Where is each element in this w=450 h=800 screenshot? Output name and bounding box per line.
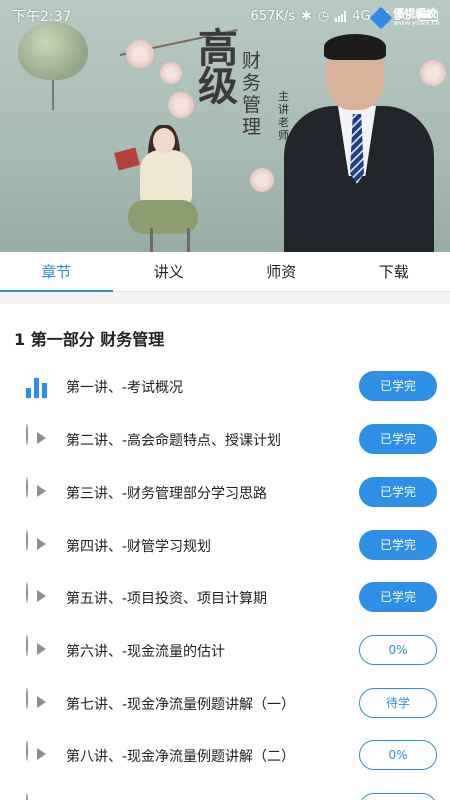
lesson-title: 第七讲、-现金净流量例题讲解（一） (66, 697, 296, 713)
play-icon[interactable] (26, 477, 56, 508)
lesson-title: 第二讲、-高会命题特点、授课计划 (66, 433, 282, 449)
lesson-pending-button[interactable]: 待学 (359, 688, 437, 718)
lesson-item[interactable]: 第八讲、-现金净流量例题讲解（二） 0% (0, 731, 450, 783)
section-title: 1 第一部分 财务管理 (14, 330, 165, 349)
course-title-sub: 财务管理 (242, 50, 262, 138)
lesson-item-partial[interactable] (0, 784, 450, 800)
lesson-title: 第四讲、-财管学习规划 (66, 539, 212, 555)
lesson-title: 第六讲、-现金流量的估计 (66, 644, 226, 660)
presenter-figure (284, 28, 450, 252)
play-icon[interactable] (26, 530, 56, 561)
lesson-status-button[interactable]: 已学完 (359, 477, 437, 507)
blossom-illustration (168, 92, 194, 118)
lesson-item[interactable]: 第五讲、-项目投资、项目计算期 已学完 (0, 573, 450, 625)
play-icon[interactable] (26, 688, 56, 719)
lesson-status-button[interactable]: 已学完 (359, 530, 437, 560)
play-icon[interactable] (26, 793, 56, 800)
signal-icon (335, 10, 347, 22)
lesson-status-button-partial[interactable] (359, 793, 437, 800)
status-time: 下午2:37 (12, 9, 72, 25)
play-icon[interactable] (26, 740, 56, 771)
video-player[interactable]: 下午2:37 657K/s ✱ ◷ 4G 3G 高级 财务管理 主讲老师 優視網… (0, 0, 450, 252)
chapter-list: 1 第一部分 财务管理 第一讲、-考试概况 已学完 第二讲、-高会命题特点、授课… (0, 304, 450, 800)
lesson-title: 第八讲、-现金净流量例题讲解（二） (66, 749, 296, 765)
book-illustration (114, 147, 140, 171)
lesson-item[interactable]: 第七讲、-现金净流量例题讲解（一） 待学 (0, 679, 450, 731)
network-speed: 657K/s (250, 8, 296, 24)
lesson-title: 第三讲、-财务管理部分学习思路 (66, 486, 268, 502)
lesson-item[interactable]: 第四讲、-财管学习规划 已学完 (0, 521, 450, 573)
play-icon[interactable] (26, 635, 56, 666)
tab-download[interactable]: 下载 (338, 252, 450, 291)
tab-handouts[interactable]: 讲义 (113, 252, 226, 291)
blossom-illustration (126, 40, 154, 68)
network-type: 4G (352, 8, 371, 24)
playing-bars-icon (26, 372, 56, 402)
watermark-logo: 優視網校 www.yswx.cn (369, 6, 440, 29)
stool-illustration (150, 228, 190, 252)
lesson-item[interactable]: 第六讲、-现金流量的估计 0% (0, 626, 450, 678)
bluetooth-icon: ✱ (301, 8, 312, 24)
watermark-url: www.yswx.cn (393, 19, 440, 27)
blossom-illustration (160, 62, 182, 84)
play-icon[interactable] (26, 582, 56, 613)
reading-girl-body (140, 150, 192, 206)
reading-girl-face (153, 128, 175, 154)
alarm-icon: ◷ (317, 8, 330, 24)
lesson-title: 第五讲、-项目投资、项目计算期 (66, 591, 268, 607)
lantern-tassel (52, 80, 54, 110)
lesson-status-button[interactable]: 已学完 (359, 424, 437, 454)
tab-chapters[interactable]: 章节 (0, 252, 113, 292)
lesson-status-button[interactable]: 已学完 (359, 371, 437, 401)
lesson-item[interactable]: 第一讲、-考试概况 已学完 (0, 362, 450, 414)
lesson-status-button[interactable]: 已学完 (359, 582, 437, 612)
play-icon[interactable] (26, 424, 56, 455)
lesson-progress-button[interactable]: 0% (359, 635, 437, 665)
course-title-big: 高级 (198, 25, 238, 110)
blossom-illustration (250, 168, 274, 192)
logo-icon (369, 6, 393, 29)
tab-teachers[interactable]: 师资 (225, 252, 338, 291)
presenter-hair (324, 34, 386, 60)
lesson-progress-button[interactable]: 0% (359, 740, 437, 770)
lesson-title: 第一讲、-考试概况 (66, 380, 184, 396)
lesson-item[interactable]: 第二讲、-高会命题特点、授课计划 已学完 (0, 415, 450, 467)
watermark-text: 優視網校 (393, 7, 438, 20)
tab-bar: 章节 讲义 师资 下载 (0, 252, 450, 292)
lesson-item[interactable]: 第三讲、-财务管理部分学习思路 已学完 (0, 468, 450, 520)
section-divider (0, 292, 450, 304)
